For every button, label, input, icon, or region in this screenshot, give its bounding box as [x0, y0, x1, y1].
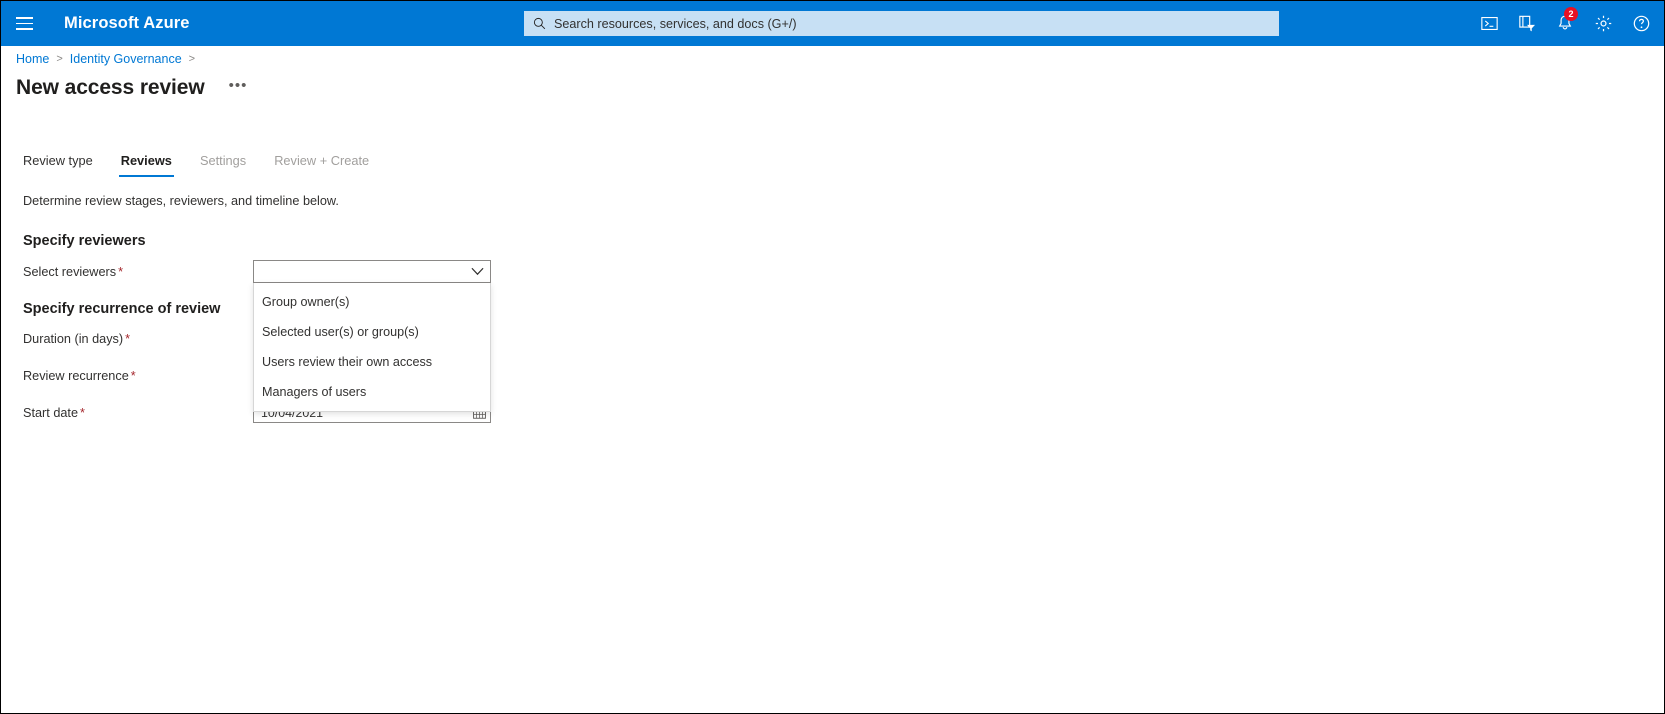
breadcrumb-item-home[interactable]: Home — [16, 52, 49, 66]
option-users-review-their-own-access[interactable]: Users review their own access — [254, 347, 490, 377]
label-duration-in-days: Duration (in days) * — [23, 332, 130, 346]
tab-review-create: Review + Create — [274, 153, 370, 168]
required-marker: * — [80, 406, 85, 420]
tab-description: Determine review stages, reviewers, and … — [23, 194, 339, 208]
chevron-down-icon[interactable] — [464, 267, 490, 276]
more-actions-button[interactable]: ••• — [223, 78, 254, 98]
breadcrumb-separator: > — [56, 53, 63, 65]
top-bar-actions: 2 — [1470, 1, 1660, 46]
required-marker: * — [125, 332, 131, 346]
notifications-bell-icon[interactable]: 2 — [1546, 1, 1584, 46]
option-managers-of-users[interactable]: Managers of users — [254, 377, 490, 407]
option-group-owners[interactable]: Group owner(s) — [254, 287, 490, 317]
label-start-date: Start date * — [23, 406, 85, 420]
label-start-date-text: Start date — [23, 406, 79, 420]
label-review-recurrence-text: Review recurrence — [23, 369, 129, 383]
breadcrumb-separator: > — [188, 53, 196, 65]
section-heading-specify-recurrence: Specify recurrence of review — [23, 301, 221, 317]
tab-review-type[interactable]: Review type — [23, 153, 107, 177]
breadcrumb-item-identity-governance[interactable]: Identity Governance — [70, 52, 182, 66]
required-marker: * — [118, 265, 124, 279]
wizard-tabs: Review type Reviews Settings Review + Cr… — [23, 153, 383, 177]
breadcrumb: Home > Identity Governance > — [16, 52, 195, 66]
page-title: New access review — [16, 76, 205, 99]
brand-title[interactable]: Microsoft Azure — [64, 14, 190, 33]
global-search-box[interactable] — [524, 11, 1279, 36]
hamburger-menu-icon[interactable] — [1, 1, 47, 46]
top-navigation-bar: Microsoft Azure Search resources, servic… — [1, 1, 1664, 46]
label-review-recurrence: Review recurrence * — [23, 369, 136, 383]
label-select-reviewers: Select reviewers * — [23, 265, 123, 279]
select-reviewers-dropdown[interactable] — [253, 260, 491, 283]
tab-settings: Settings — [199, 153, 247, 168]
search-icon — [524, 17, 554, 30]
azure-portal-screen: Microsoft Azure Search resources, servic… — [0, 0, 1665, 714]
required-marker: * — [130, 369, 136, 383]
cloud-shell-icon[interactable] — [1470, 1, 1508, 46]
search-input[interactable] — [554, 16, 1279, 31]
directories-subscriptions-icon[interactable] — [1508, 1, 1546, 46]
settings-gear-icon[interactable] — [1584, 1, 1622, 46]
label-duration-text: Duration (in days) — [23, 332, 124, 346]
label-select-reviewers-text: Select reviewers — [23, 265, 117, 279]
option-selected-users-or-groups[interactable]: Selected user(s) or group(s) — [254, 317, 490, 347]
select-reviewers-option-list: Group owner(s) Selected user(s) or group… — [253, 283, 491, 412]
hamburger-bars — [15, 17, 33, 30]
tab-reviews[interactable]: Reviews — [107, 153, 186, 177]
help-question-icon[interactable] — [1622, 1, 1660, 46]
page-title-row: New access review ••• — [16, 76, 253, 100]
section-heading-specify-reviewers: Specify reviewers — [23, 233, 146, 249]
notification-count-badge: 2 — [1564, 7, 1578, 21]
